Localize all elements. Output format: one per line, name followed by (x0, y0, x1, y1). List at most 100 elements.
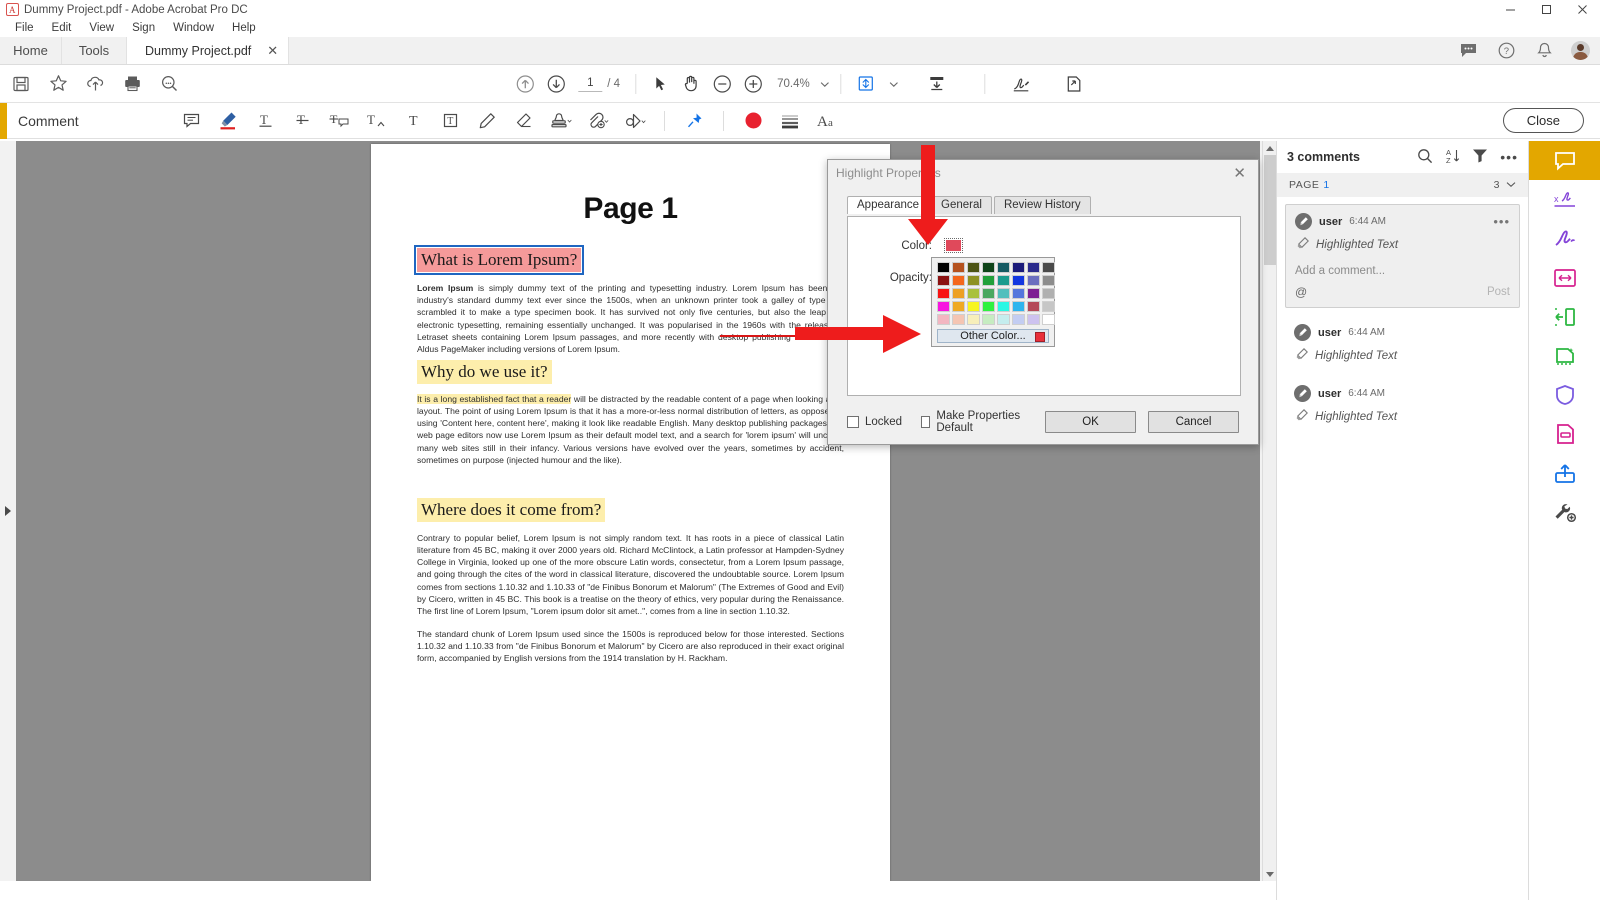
share-doc-icon[interactable] (1062, 71, 1088, 97)
chevron-down-icon[interactable] (821, 77, 830, 91)
comments-page-group-header[interactable]: PAGE 1 3 (1277, 173, 1528, 197)
star-icon[interactable] (45, 71, 71, 97)
chevron-down-icon-2[interactable] (890, 77, 899, 91)
select-tool-icon[interactable] (647, 71, 673, 97)
upload-cloud-icon[interactable] (82, 71, 108, 97)
scroll-up-button[interactable] (1263, 141, 1276, 155)
notification-bell-icon[interactable] (1533, 40, 1555, 62)
rail-item-more-tools[interactable] (1529, 492, 1600, 531)
cancel-button[interactable]: Cancel (1148, 411, 1239, 433)
color-swatch-r2-c2[interactable] (967, 288, 980, 299)
tab-home[interactable]: Home (0, 37, 62, 64)
color-swatch-r3-c5[interactable] (1012, 301, 1025, 312)
color-swatch-r1-c0[interactable] (937, 275, 950, 286)
next-page-icon[interactable] (543, 71, 569, 97)
color-swatch-r3-c7[interactable] (1042, 301, 1055, 312)
mention-icon[interactable]: @ (1295, 285, 1307, 299)
replace-text-icon[interactable]: T (325, 107, 353, 135)
sign-icon[interactable] (1009, 71, 1035, 97)
chat-icon[interactable] (1457, 40, 1479, 62)
other-color-button[interactable]: Other Color... (937, 329, 1049, 343)
hand-tool-icon[interactable] (678, 71, 704, 97)
zoom-out-icon[interactable] (709, 71, 735, 97)
pin-icon[interactable] (680, 107, 708, 135)
section-heading-2[interactable]: Why do we use it? (417, 359, 552, 385)
color-swatch-r3-c1[interactable] (952, 301, 965, 312)
save-icon[interactable] (8, 71, 34, 97)
comment-item-3[interactable]: user 6:44 AM Highlighted Text (1285, 379, 1520, 434)
menu-item-view[interactable]: View (80, 19, 123, 37)
color-swatch-r2-c0[interactable] (937, 288, 950, 299)
color-swatch-r2-c7[interactable] (1042, 288, 1055, 299)
highlight-selection-box[interactable]: What is Lorem Ipsum? (413, 244, 585, 276)
color-swatch-r2-c1[interactable] (952, 288, 965, 299)
chevron-down-icon[interactable] (1506, 179, 1516, 191)
insert-text-icon[interactable]: T (362, 107, 390, 135)
rail-item-edit-pdf-tool[interactable] (1529, 258, 1600, 297)
ok-button[interactable]: OK (1045, 411, 1136, 433)
color-swatch-r4-c4[interactable] (997, 314, 1010, 325)
minimize-button[interactable] (1492, 0, 1528, 19)
line-thickness-icon[interactable] (776, 107, 804, 135)
color-swatch-r0-c5[interactable] (1012, 262, 1025, 273)
color-swatch-r0-c1[interactable] (952, 262, 965, 273)
color-swatch-r4-c7[interactable] (1042, 314, 1055, 325)
menu-item-file[interactable]: File (6, 19, 43, 37)
zoom-in-icon[interactable] (740, 71, 766, 97)
locked-checkbox[interactable]: Locked (847, 416, 902, 428)
locked-checkbox-box[interactable] (847, 416, 859, 428)
color-swatch-r0-c7[interactable] (1042, 262, 1055, 273)
color-swatch-r1-c1[interactable] (952, 275, 965, 286)
document-vertical-scrollbar[interactable] (1262, 141, 1276, 881)
dialog-tab-general[interactable]: General (931, 196, 992, 214)
stamp-icon[interactable] (547, 107, 575, 135)
menu-item-edit[interactable]: Edit (43, 19, 81, 37)
previous-page-icon[interactable] (512, 71, 538, 97)
color-swatch-r0-c0[interactable] (937, 262, 950, 273)
color-swatch-r1-c4[interactable] (997, 275, 1010, 286)
comment-item-2[interactable]: user 6:44 AM Highlighted Text (1285, 318, 1520, 373)
dialog-tab-review-history[interactable]: Review History (993, 196, 1091, 214)
color-swatch-r4-c2[interactable] (967, 314, 980, 325)
fit-page-icon[interactable] (853, 71, 879, 97)
color-swatch-r1-c3[interactable] (982, 275, 995, 286)
color-swatch-r3-c0[interactable] (937, 301, 950, 312)
dialog-close-icon[interactable]: ✕ (1221, 164, 1258, 182)
color-swatch-r3-c2[interactable] (967, 301, 980, 312)
dialog-tab-appearance[interactable]: Appearance (847, 196, 930, 214)
help-icon[interactable]: ? (1495, 40, 1517, 62)
print-icon[interactable] (119, 71, 145, 97)
strikethrough-text-icon[interactable]: T (288, 107, 316, 135)
color-swatch-r0-c2[interactable] (967, 262, 980, 273)
sticky-note-icon[interactable] (177, 107, 205, 135)
rail-item-fill-and-sign-tool[interactable]: x (1529, 180, 1600, 219)
color-swatch-button[interactable] (944, 238, 963, 253)
highlight-text-icon[interactable] (214, 107, 242, 135)
menu-item-sign[interactable]: Sign (123, 19, 164, 37)
color-swatch-r2-c6[interactable] (1027, 288, 1040, 299)
color-swatch-r1-c7[interactable] (1042, 275, 1055, 286)
zoom-level-label[interactable]: 70.4% (777, 78, 810, 90)
draw-freehand-icon[interactable] (473, 107, 501, 135)
comment-item-1[interactable]: user 6:44 AM ••• Highlighted Text Add a … (1285, 204, 1520, 308)
scroll-down-button[interactable] (1263, 867, 1276, 881)
comment-1-input-placeholder[interactable]: Add a comment... (1295, 265, 1510, 277)
make-default-checkbox-box[interactable] (921, 416, 931, 428)
color-swatch-r1-c6[interactable] (1027, 275, 1040, 286)
text-properties-icon[interactable]: Aa (813, 107, 841, 135)
menu-item-window[interactable]: Window (164, 19, 223, 37)
erase-icon[interactable] (510, 107, 538, 135)
color-swatch-r0-c4[interactable] (997, 262, 1010, 273)
search-zoom-icon[interactable] (156, 71, 182, 97)
menu-item-help[interactable]: Help (223, 19, 265, 37)
color-swatch-r3-c6[interactable] (1027, 301, 1040, 312)
rail-item-protect-tool[interactable] (1529, 375, 1600, 414)
add-text-icon[interactable]: T (399, 107, 427, 135)
color-swatch-r4-c1[interactable] (952, 314, 965, 325)
close-window-button[interactable] (1564, 0, 1600, 19)
attach-file-icon[interactable] (584, 107, 612, 135)
color-swatch-r2-c4[interactable] (997, 288, 1010, 299)
color-swatch-r4-c0[interactable] (937, 314, 950, 325)
color-swatch-r3-c3[interactable] (982, 301, 995, 312)
filter-icon[interactable] (1472, 148, 1488, 166)
